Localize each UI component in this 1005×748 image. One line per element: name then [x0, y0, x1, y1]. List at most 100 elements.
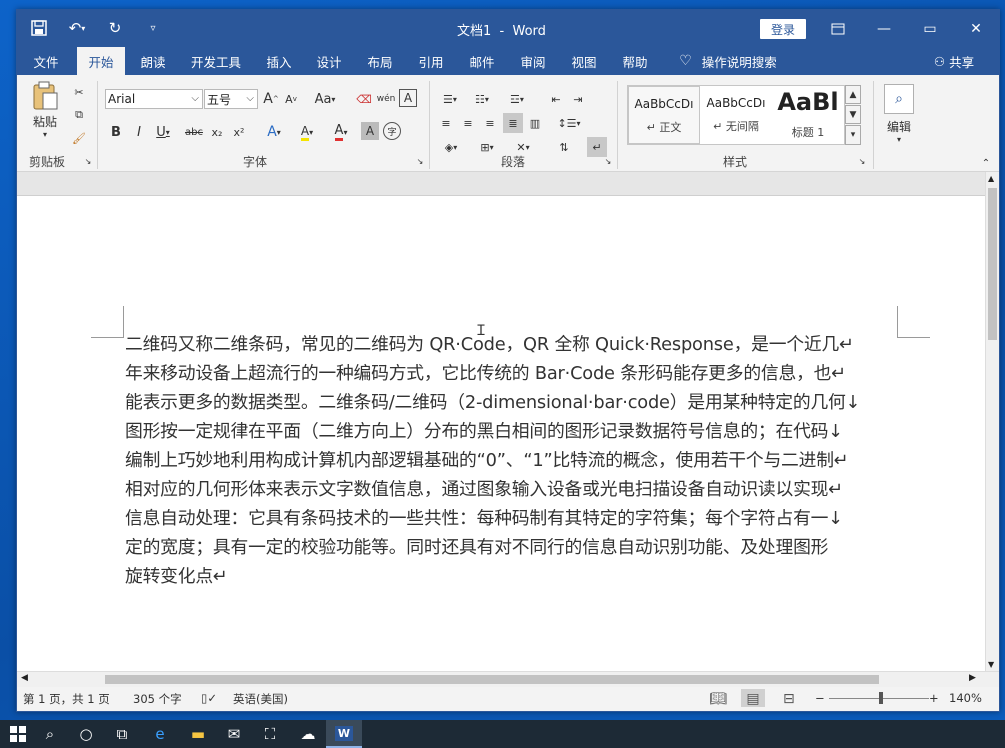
- tab-mailings[interactable]: 邮件: [460, 47, 504, 75]
- borders-icon[interactable]: ⊞ ▾: [473, 137, 501, 157]
- share-button[interactable]: ⚇ 共享: [929, 47, 979, 75]
- strikethrough-button[interactable]: abc: [183, 122, 205, 142]
- align-right-icon[interactable]: ≡: [481, 113, 499, 133]
- file-explorer-icon[interactable]: ▬: [180, 720, 216, 748]
- cortana-icon[interactable]: ○: [68, 720, 104, 748]
- collapse-ribbon-icon[interactable]: ⌃: [979, 157, 993, 169]
- zoom-level[interactable]: 140%: [949, 691, 982, 705]
- windows-start-icon[interactable]: [0, 720, 36, 748]
- zoom-out-icon[interactable]: −: [815, 691, 825, 705]
- language[interactable]: 英语(美国): [233, 691, 288, 707]
- web-layout-icon[interactable]: ⊟: [783, 691, 795, 707]
- format-painter-icon[interactable]: 🖌︎: [69, 129, 89, 147]
- distributed-icon[interactable]: ▥: [525, 113, 545, 133]
- app-icon[interactable]: ☁: [290, 720, 326, 748]
- styles-launcher-icon[interactable]: ↘: [857, 155, 867, 167]
- style-normal[interactable]: AaBbCcDı ↵ 正文: [628, 86, 700, 144]
- multilevel-list-icon[interactable]: ☲ ▾: [503, 89, 531, 109]
- minimize-button[interactable]: —: [861, 10, 907, 47]
- scroll-left-icon[interactable]: ◀: [21, 673, 28, 683]
- restore-button[interactable]: ▭: [907, 10, 953, 47]
- tab-help[interactable]: 帮助: [613, 47, 657, 75]
- cut-icon[interactable]: ✂: [69, 83, 89, 101]
- scroll-thumb[interactable]: [988, 188, 997, 340]
- paragraph-launcher-icon[interactable]: ↘: [603, 155, 613, 167]
- font-color-button[interactable]: A ▾: [327, 122, 355, 142]
- text-effects-button[interactable]: A ▾: [261, 122, 287, 142]
- highlight-color-button[interactable]: A ▾: [293, 122, 321, 142]
- tell-me-search[interactable]: ♡ 操作说明搜索: [673, 47, 783, 75]
- tab-view[interactable]: 视图: [562, 47, 606, 75]
- redo-icon[interactable]: ↻: [103, 16, 127, 40]
- styles-scroll-down-icon[interactable]: ▼: [845, 105, 861, 124]
- tab-insert[interactable]: 插入: [257, 47, 301, 75]
- styles-more-icon[interactable]: ▾: [845, 125, 861, 145]
- login-button[interactable]: 登录: [760, 19, 806, 39]
- page-count[interactable]: 第 1 页，共 1 页: [23, 691, 110, 707]
- enclose-characters-button[interactable]: 字: [383, 122, 401, 140]
- tab-home[interactable]: 开始: [77, 47, 125, 75]
- character-shading-button[interactable]: A: [361, 122, 379, 140]
- tab-layout[interactable]: 布局: [358, 47, 402, 75]
- tab-review[interactable]: 审阅: [511, 47, 555, 75]
- save-icon[interactable]: [27, 16, 51, 40]
- tab-developer[interactable]: 开发工具: [181, 47, 251, 75]
- font-size-combo[interactable]: 五号 ⌵: [204, 89, 258, 109]
- show-marks-icon[interactable]: ↵: [587, 137, 607, 157]
- bullets-icon[interactable]: ☰ ▾: [437, 89, 463, 109]
- customize-chevron-down-icon[interactable]: ▿: [141, 16, 165, 40]
- font-launcher-icon[interactable]: ↘: [415, 155, 425, 167]
- font-name-combo[interactable]: Arial ⌵: [105, 89, 203, 109]
- increase-indent-icon[interactable]: ⇥: [569, 89, 587, 109]
- zoom-in-icon[interactable]: +: [929, 691, 939, 705]
- word-taskbar-icon[interactable]: W: [326, 720, 362, 748]
- print-layout-icon[interactable]: ▤: [741, 689, 765, 707]
- bold-button[interactable]: B: [107, 122, 125, 142]
- document-text[interactable]: 二维码又称二维条码，常见的二维码为 QR·Code，QR 全称 Quick·Re…: [125, 330, 905, 591]
- editing-button[interactable]: ⌕ 编辑 ▾: [881, 81, 917, 147]
- change-case-button[interactable]: Aa ▾: [311, 89, 339, 109]
- ribbon-display-options-icon[interactable]: [815, 10, 861, 47]
- store-icon[interactable]: ⛶: [252, 720, 288, 748]
- mail-icon[interactable]: ✉: [216, 720, 252, 748]
- shrink-font-button[interactable]: Av: [283, 89, 299, 109]
- decrease-indent-icon[interactable]: ⇤: [547, 89, 565, 109]
- line-spacing-icon[interactable]: ↕☰ ▾: [555, 113, 583, 133]
- edge-icon[interactable]: e: [142, 720, 178, 748]
- numbering-icon[interactable]: ☷ ▾: [469, 89, 495, 109]
- sort-icon[interactable]: ⇅: [555, 137, 573, 157]
- scroll-right-icon[interactable]: ▶: [969, 673, 976, 683]
- task-view-icon[interactable]: ⧉: [104, 720, 140, 748]
- search-icon[interactable]: ⌕: [32, 720, 68, 748]
- word-count[interactable]: 305 个字: [133, 691, 182, 707]
- superscript-button[interactable]: x²: [229, 122, 249, 142]
- horizontal-scrollbar[interactable]: ◀ ▶: [17, 671, 999, 687]
- tab-references[interactable]: 引用: [409, 47, 453, 75]
- tab-file[interactable]: 文件: [21, 47, 71, 75]
- read-mode-icon[interactable]: 📖︎: [709, 691, 727, 707]
- align-center-icon[interactable]: ≡: [459, 113, 477, 133]
- tab-read-aloud[interactable]: 朗读: [131, 47, 175, 75]
- styles-scroll-up-icon[interactable]: ▲: [845, 85, 861, 104]
- copy-icon[interactable]: ⧉: [69, 106, 89, 124]
- proofing-icon[interactable]: ▯✓: [201, 691, 217, 705]
- subscript-button[interactable]: x₂: [207, 122, 227, 142]
- align-left-icon[interactable]: ≡: [437, 113, 455, 133]
- scroll-down-icon[interactable]: ▼: [988, 660, 994, 669]
- tab-design[interactable]: 设计: [307, 47, 351, 75]
- close-button[interactable]: ✕: [953, 10, 999, 47]
- phonetic-guide-button[interactable]: wén: [377, 89, 396, 109]
- undo-icon[interactable]: ↶ ▾: [65, 16, 89, 40]
- justify-icon[interactable]: ≣: [503, 113, 523, 133]
- clipboard-launcher-icon[interactable]: ↘: [83, 155, 93, 167]
- scroll-up-icon[interactable]: ▲: [988, 174, 994, 183]
- character-border-button[interactable]: A: [399, 89, 417, 107]
- underline-button[interactable]: U ▾: [151, 122, 175, 142]
- scroll-thumb[interactable]: [105, 675, 879, 684]
- style-heading-1[interactable]: AaBl 标题 1: [772, 86, 844, 144]
- shading-bucket-icon[interactable]: ◈ ▾: [437, 137, 465, 157]
- style-no-spacing[interactable]: AaBbCcDı ↵ 无间隔: [700, 86, 772, 144]
- vertical-scrollbar[interactable]: ▲ ▼: [985, 172, 999, 671]
- zoom-slider-thumb[interactable]: [879, 692, 883, 704]
- grow-font-button[interactable]: A ^: [263, 89, 279, 109]
